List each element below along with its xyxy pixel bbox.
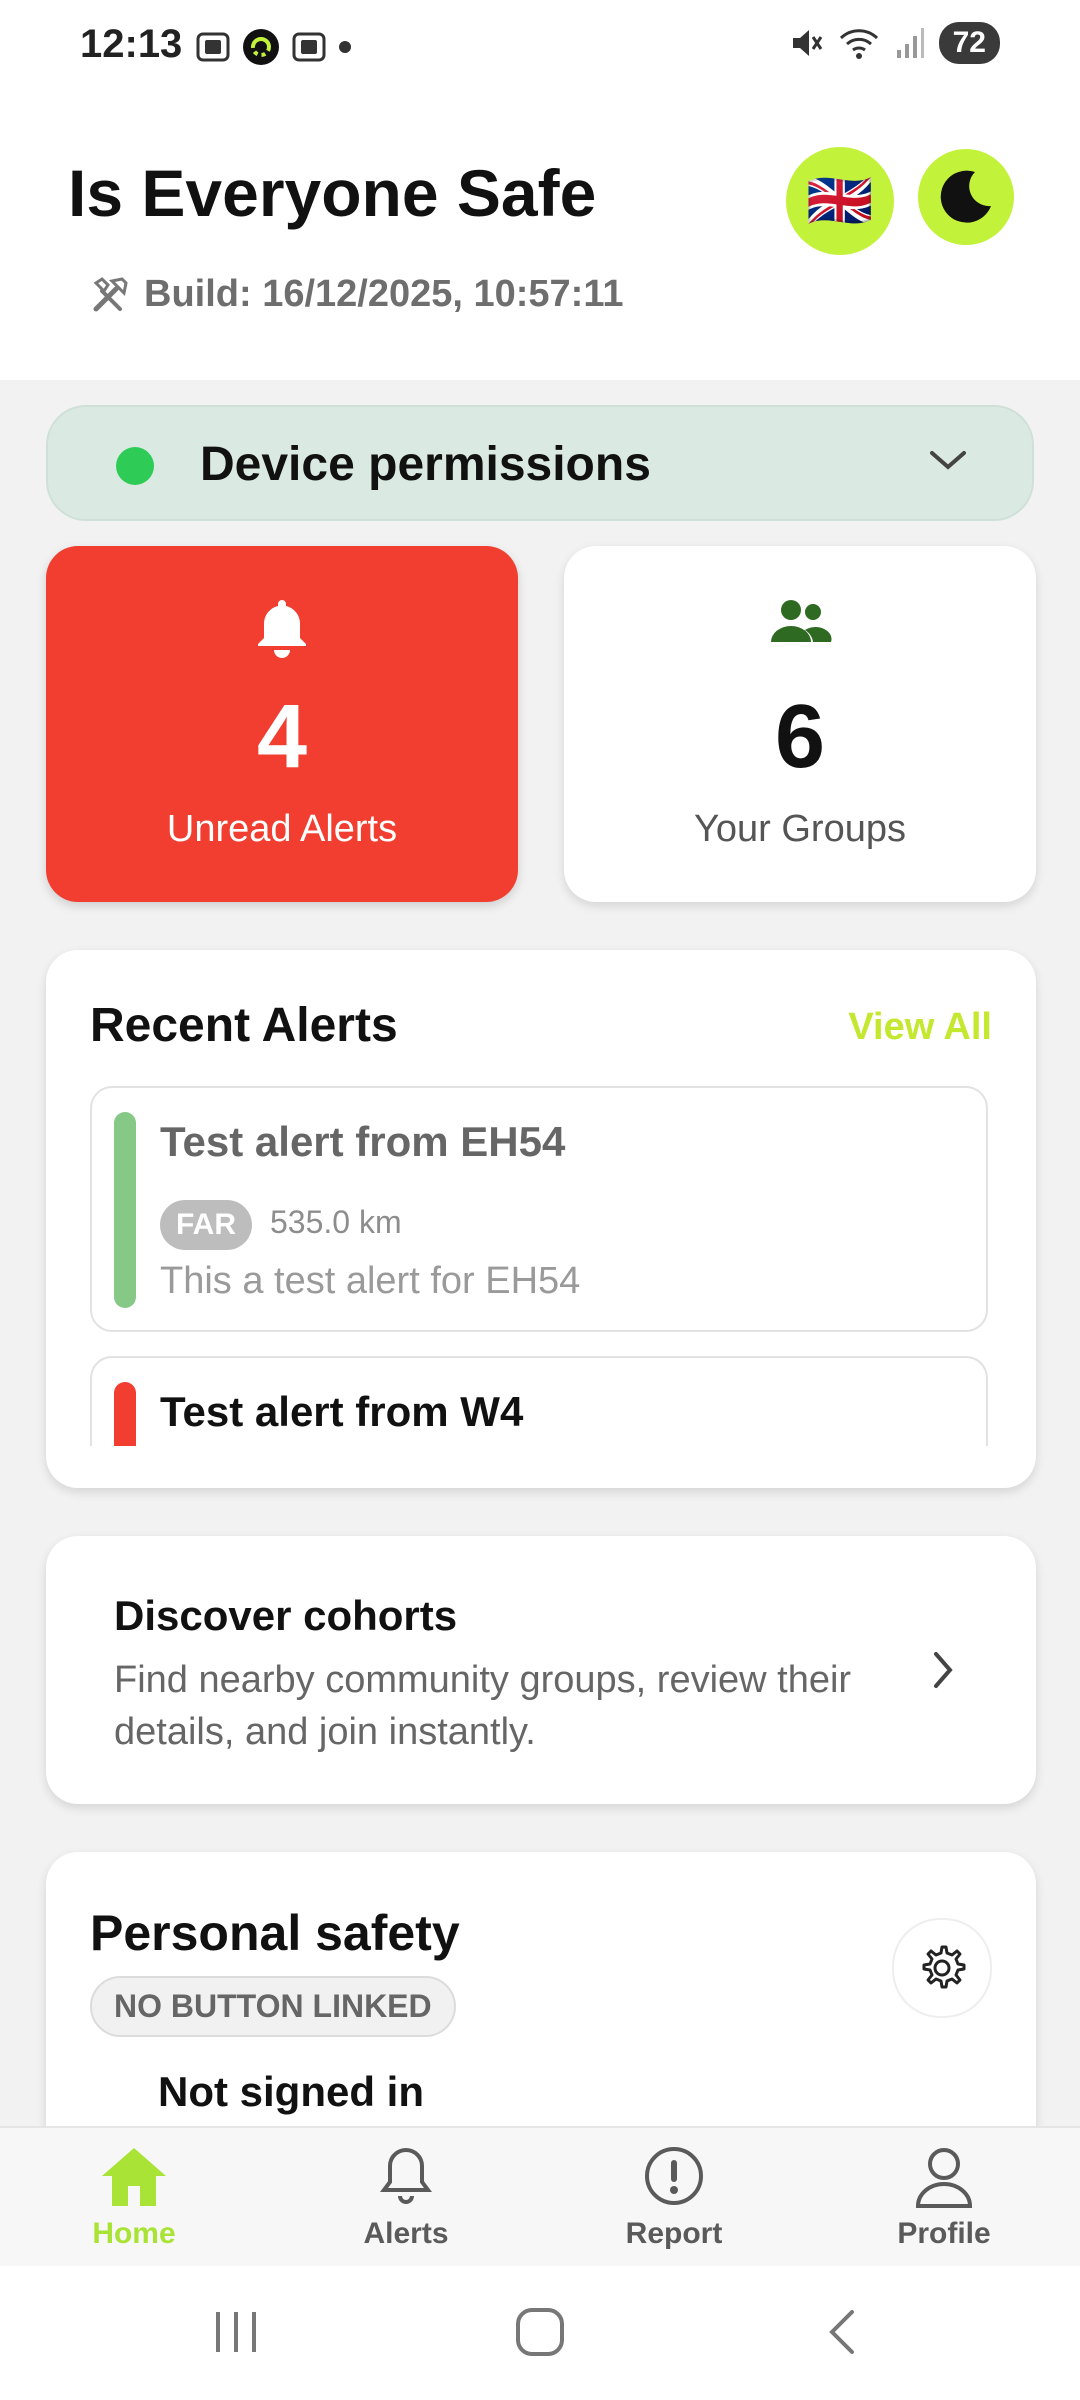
view-all-link[interactable]: View All <box>848 1006 992 1049</box>
back-icon <box>829 2310 854 2354</box>
your-groups-card[interactable]: 6 Your Groups <box>564 546 1036 902</box>
permission-status-dot <box>116 447 154 485</box>
person-icon <box>915 2148 973 2208</box>
unread-alerts-card[interactable]: 4 Unread Alerts <box>46 546 518 902</box>
screenshot-icon <box>196 32 230 62</box>
tools-icon <box>93 276 128 311</box>
status-system-icons: 72 <box>789 22 1000 64</box>
uk-flag-icon: 🇬🇧 <box>806 169 874 232</box>
chevron-right-icon <box>934 1652 953 1688</box>
battery-indicator: 72 <box>938 22 1000 64</box>
page-title: Is Everyone Safe <box>68 156 597 230</box>
home-circle-icon <box>516 2308 564 2356</box>
alert-body: This a test alert for EH54 <box>160 1260 581 1302</box>
app-notification-icon <box>243 29 279 65</box>
signal-icon <box>896 28 924 58</box>
nav-alerts[interactable]: Alerts <box>306 2144 506 2251</box>
mute-icon <box>792 30 822 56</box>
alert-severity-bar <box>114 1382 136 1446</box>
dot-icon <box>339 41 351 53</box>
bottom-navigation: Home Alerts Report Profile <box>0 2126 1080 2268</box>
build-info: Build: 16/12/2025, 10:57:11 <box>90 273 624 316</box>
status-time: 12:13 <box>80 22 183 66</box>
personal-safety-title: Personal safety <box>90 1905 460 1961</box>
nav-home[interactable]: Home <box>34 2144 234 2251</box>
unread-alerts-count: 4 <box>256 687 308 787</box>
nav-report[interactable]: Report <box>574 2144 774 2251</box>
exclamation-icon <box>645 2147 703 2205</box>
home-icon <box>102 2148 166 2206</box>
bell-icon <box>380 2147 432 2204</box>
gear-icon <box>922 1945 966 1989</box>
distance-badge: FAR <box>160 1200 252 1250</box>
recent-alerts-card: Recent Alerts View All Test alert from E… <box>46 950 1036 1488</box>
wifi-icon <box>839 29 878 59</box>
permissions-label: Device permissions <box>200 438 651 491</box>
recent-alerts-title: Recent Alerts <box>90 999 398 1052</box>
nav-profile[interactable]: Profile <box>844 2144 1044 2251</box>
alert-list-item[interactable]: Test alert from W4 <box>90 1356 988 1446</box>
chevron-down-icon <box>930 451 966 470</box>
status-bar: 12:13 72 <box>0 0 1080 95</box>
personal-safety-card: Personal safety NO BUTTON LINKED Not sig… <box>46 1852 1036 2152</box>
moon-icon <box>940 170 991 223</box>
nav-profile-label: Profile <box>897 2217 991 2250</box>
nav-home-label: Home <box>92 2217 176 2250</box>
status-notification-icons <box>196 28 352 66</box>
discover-title: Discover cohorts <box>114 1592 458 1639</box>
system-navigation-bar <box>0 2266 1080 2400</box>
groups-label: Your Groups <box>694 808 906 850</box>
recent-apps-icon <box>216 2312 256 2352</box>
alert-distance: 535.0 km <box>270 1204 402 1240</box>
app-header: Is Everyone Safe Build: 16/12/2025, 10:5… <box>0 95 1080 380</box>
safety-settings-button[interactable] <box>892 1918 992 2018</box>
users-icon <box>771 600 832 642</box>
alert-list-item[interactable]: Test alert from EH54 FAR 535.0 km This a… <box>90 1086 988 1332</box>
alert-severity-bar <box>114 1112 136 1308</box>
alert-title: Test alert from W4 <box>160 1388 524 1435</box>
nav-alerts-label: Alerts <box>363 2217 449 2250</box>
groups-count: 6 <box>774 687 826 787</box>
discover-description: Find nearby community groups, review the… <box>114 1659 852 1753</box>
discover-cohorts-card[interactable]: Discover cohorts Find nearby community g… <box>46 1536 1036 1804</box>
build-text: Build: 16/12/2025, 10:57:11 <box>144 273 624 315</box>
button-link-badge: NO BUTTON LINKED <box>90 1976 456 2037</box>
bell-icon <box>258 600 306 658</box>
signin-status: Not signed in <box>158 2068 424 2115</box>
screenshot-icon-2 <box>292 32 326 62</box>
language-button[interactable]: 🇬🇧 <box>786 147 894 255</box>
device-permissions-panel[interactable]: Device permissions <box>46 405 1034 521</box>
alert-title: Test alert from EH54 <box>160 1118 566 1165</box>
theme-toggle-button[interactable] <box>918 149 1014 245</box>
nav-report-label: Report <box>625 2217 723 2250</box>
unread-alerts-label: Unread Alerts <box>166 808 398 850</box>
